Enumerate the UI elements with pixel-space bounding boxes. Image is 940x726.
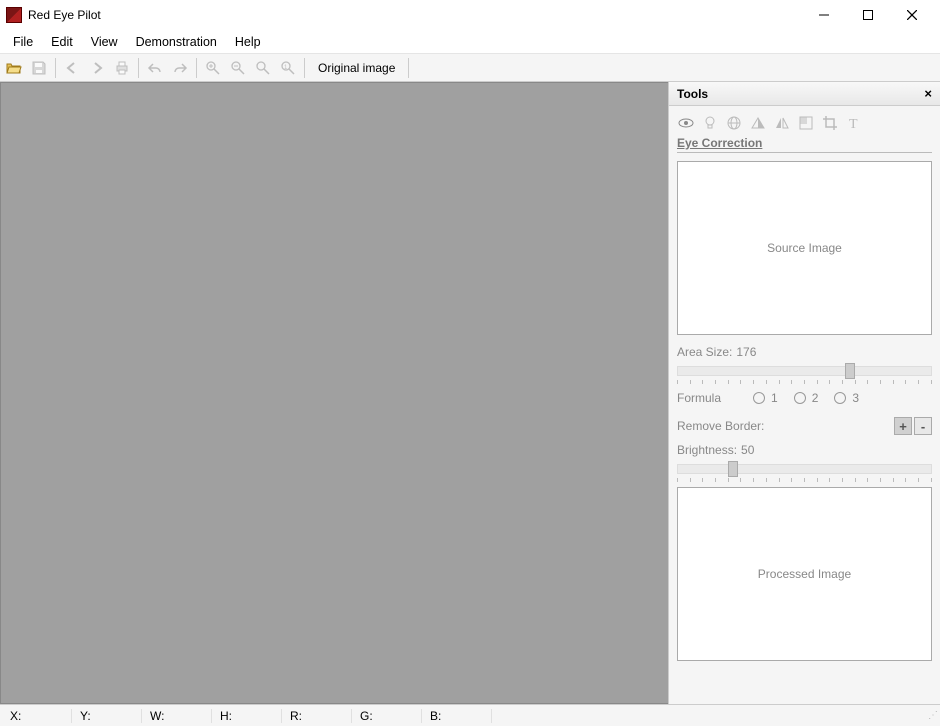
- eye-correction-icon[interactable]: [677, 114, 695, 132]
- app-icon: [6, 7, 22, 23]
- contrast-icon[interactable]: [749, 114, 767, 132]
- processed-image-label: Processed Image: [758, 567, 851, 581]
- formula-option-3[interactable]: 3: [834, 391, 859, 405]
- area-size-row: Area Size: 176: [677, 345, 932, 359]
- status-x: X:: [2, 709, 72, 723]
- print-icon[interactable]: [110, 56, 134, 80]
- toolbar-separator: [138, 58, 139, 78]
- source-image-label: Source Image: [767, 241, 842, 255]
- status-h: H:: [212, 709, 282, 723]
- open-icon[interactable]: [2, 56, 26, 80]
- menu-demonstration[interactable]: Demonstration: [127, 31, 226, 53]
- text-icon[interactable]: T: [845, 114, 863, 132]
- tools-panel-close-icon[interactable]: ×: [924, 86, 932, 101]
- tools-panel: Tools × T Eye Correction Source Image Ar…: [668, 82, 940, 704]
- brightness-value: 50: [741, 443, 754, 457]
- processed-image-box: Processed Image: [677, 487, 932, 661]
- status-g: G:: [352, 709, 422, 723]
- close-button[interactable]: [890, 1, 934, 29]
- crop-icon[interactable]: [821, 114, 839, 132]
- brightness-slider[interactable]: [677, 461, 932, 479]
- section-title: Eye Correction: [677, 136, 932, 153]
- original-image-button[interactable]: Original image: [309, 56, 404, 80]
- window-controls: [802, 1, 934, 29]
- bulb-icon[interactable]: [701, 114, 719, 132]
- remove-border-label: Remove Border:: [677, 419, 764, 433]
- window-title: Red Eye Pilot: [28, 8, 802, 22]
- flip-icon[interactable]: [773, 114, 791, 132]
- status-y: Y:: [72, 709, 142, 723]
- svg-text:T: T: [849, 117, 858, 132]
- globe-icon[interactable]: [725, 114, 743, 132]
- status-b: B:: [422, 709, 492, 723]
- title-bar: Red Eye Pilot: [0, 0, 940, 30]
- menu-help[interactable]: Help: [226, 31, 270, 53]
- formula-row: Formula 1 2 3: [677, 391, 932, 405]
- resize-icon[interactable]: [797, 114, 815, 132]
- remove-border-row: Remove Border: + -: [677, 417, 932, 435]
- tools-panel-content: T Eye Correction Source Image Area Size:…: [669, 106, 940, 704]
- area-size-slider[interactable]: [677, 363, 932, 381]
- zoom-out-icon[interactable]: [226, 56, 250, 80]
- back-icon[interactable]: [60, 56, 84, 80]
- status-r: R:: [282, 709, 352, 723]
- undo-icon[interactable]: [143, 56, 167, 80]
- canvas-area[interactable]: [0, 82, 668, 704]
- menu-edit[interactable]: Edit: [42, 31, 82, 53]
- formula-option-1[interactable]: 1: [753, 391, 778, 405]
- zoom-in-icon[interactable]: [201, 56, 225, 80]
- toolbar-separator: [408, 58, 409, 78]
- formula-option-2[interactable]: 2: [794, 391, 819, 405]
- toolbar-separator: [304, 58, 305, 78]
- toolbar-separator: [55, 58, 56, 78]
- tools-panel-title: Tools: [677, 87, 708, 101]
- area-size-label: Area Size:: [677, 345, 732, 359]
- brightness-label: Brightness:: [677, 443, 737, 457]
- tools-panel-header: Tools ×: [669, 82, 940, 106]
- source-image-box: Source Image: [677, 161, 932, 335]
- zoom-actual-icon[interactable]: 1: [276, 56, 300, 80]
- redo-icon[interactable]: [168, 56, 192, 80]
- menu-bar: File Edit View Demonstration Help: [0, 30, 940, 54]
- status-w: W:: [142, 709, 212, 723]
- toolbar-separator: [196, 58, 197, 78]
- remove-border-plus-button[interactable]: +: [894, 417, 912, 435]
- main-area: Tools × T Eye Correction Source Image Ar…: [0, 82, 940, 704]
- resize-grip-icon[interactable]: ⋰: [928, 710, 936, 721]
- menu-file[interactable]: File: [4, 31, 42, 53]
- maximize-button[interactable]: [846, 1, 890, 29]
- minimize-button[interactable]: [802, 1, 846, 29]
- menu-view[interactable]: View: [82, 31, 127, 53]
- brightness-row: Brightness: 50: [677, 443, 932, 457]
- remove-border-minus-button[interactable]: -: [914, 417, 932, 435]
- zoom-fit-icon[interactable]: [251, 56, 275, 80]
- save-icon[interactable]: [27, 56, 51, 80]
- forward-icon[interactable]: [85, 56, 109, 80]
- formula-label: Formula: [677, 391, 721, 405]
- status-bar: X: Y: W: H: R: G: B: ⋰: [0, 704, 940, 726]
- area-size-value: 176: [736, 345, 756, 359]
- tool-category-row: T: [677, 112, 932, 136]
- toolbar: 1 Original image: [0, 54, 940, 82]
